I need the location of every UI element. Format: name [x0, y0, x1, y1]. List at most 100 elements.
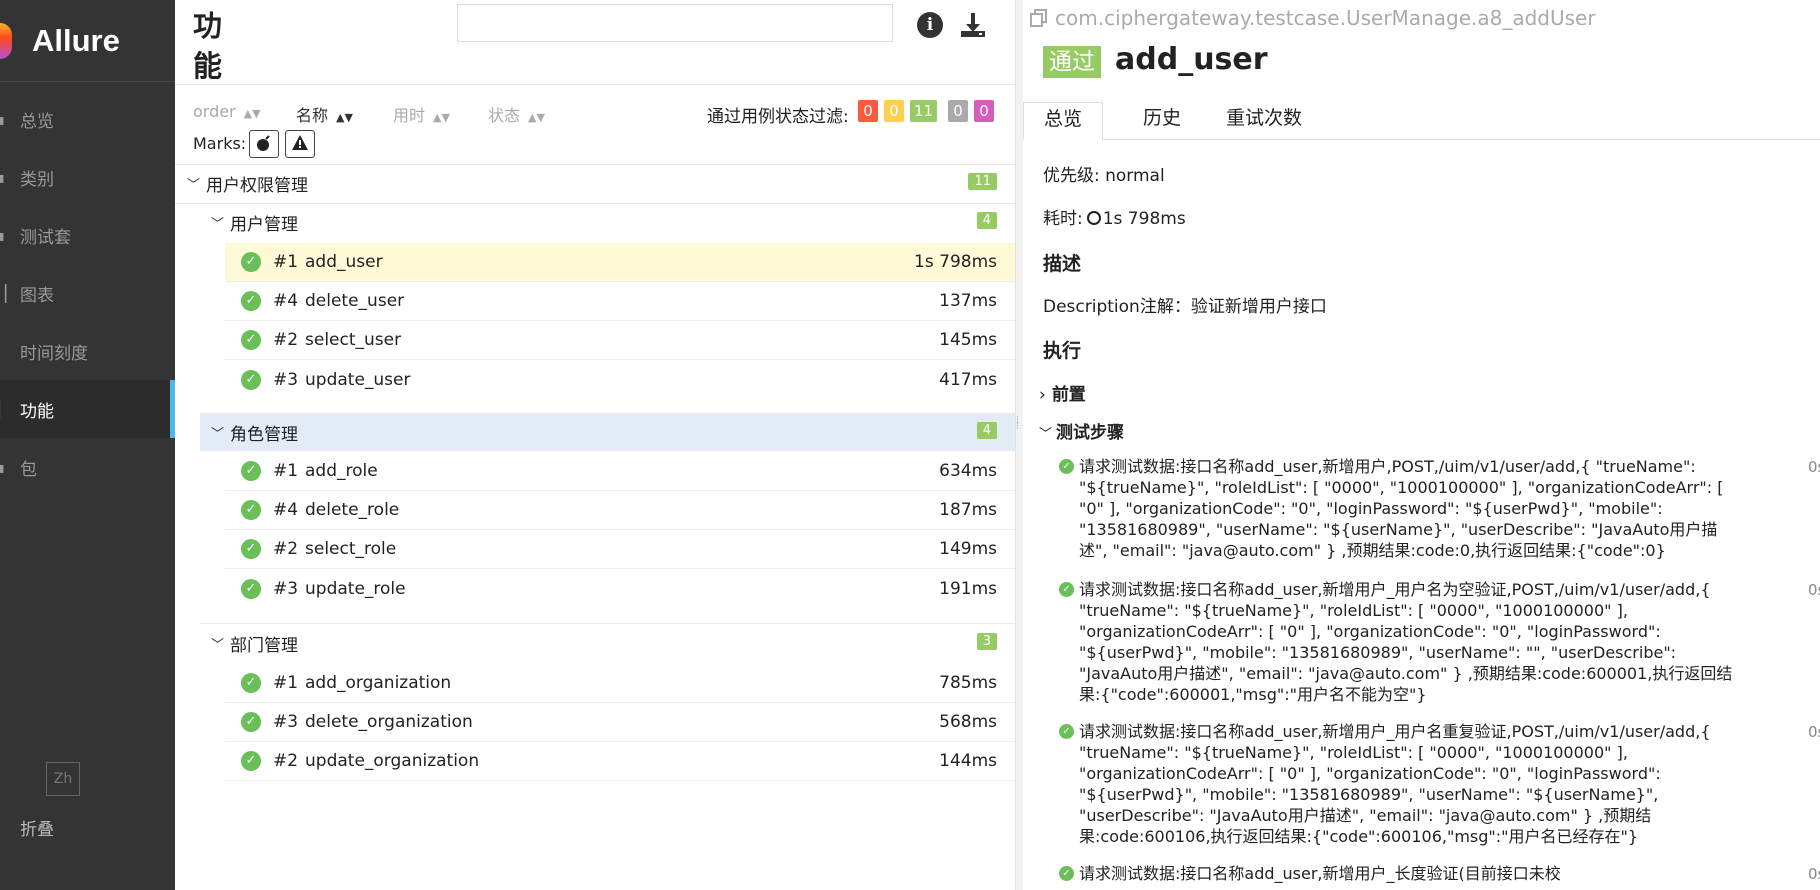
test-row[interactable]: ✓ #4 delete_user 137ms: [225, 282, 1015, 321]
copy-icon[interactable]: [1029, 8, 1049, 28]
passed-icon: ✓: [241, 252, 261, 272]
chevron-down-icon: ﹀: [211, 637, 225, 653]
group-label: 部门管理: [230, 635, 299, 656]
passed-icon: ✓: [1059, 866, 1074, 881]
filter-passed-toggle[interactable]: 11: [910, 100, 938, 122]
sort-order-button[interactable]: order ▲▼: [193, 102, 261, 121]
test-duration: 144ms: [939, 751, 997, 771]
test-row[interactable]: ✓ #1 add_role 634ms: [225, 452, 1015, 491]
test-step[interactable]: ✓ 请求测试数据:接口名称add_user,新增用户_用户名重复验证,POST,/…: [1059, 721, 1739, 847]
test-row[interactable]: ✓ #1 add_organization 785ms: [225, 664, 1015, 703]
passed-icon: ✓: [1059, 459, 1074, 474]
filter-failed-toggle[interactable]: 0: [858, 100, 878, 122]
passed-icon: ✓: [1059, 582, 1074, 597]
filter-broken-toggle[interactable]: 0: [884, 100, 904, 122]
test-duration: 145ms: [939, 330, 997, 350]
packages-icon: ▪: [0, 458, 5, 477]
test-number: #4: [273, 500, 299, 520]
step-duration: 0s: [1808, 865, 1820, 883]
collapse-button[interactable]: 折叠: [20, 815, 54, 840]
sidebar-item-suites[interactable]: ▪ 测试套: [0, 206, 175, 264]
test-number: #1: [273, 461, 299, 481]
passed-icon: ✓: [241, 539, 261, 559]
test-duration: 1s 798ms: [914, 252, 997, 272]
sidebar-item-overview[interactable]: ▪ 总览: [0, 90, 175, 148]
detail-pane: com.ciphergateway.testcase.UserManage.a8…: [1023, 0, 1820, 890]
test-name: add_organization: [305, 673, 452, 693]
test-fullname: com.ciphergateway.testcase.UserManage.a8…: [1029, 6, 1596, 30]
sidebar-item-packages[interactable]: ▪包: [0, 438, 175, 496]
tree-group-user-manage[interactable]: ﹀ 用户管理 4: [175, 203, 1015, 241]
chevron-down-icon: ﹀: [211, 216, 225, 232]
language-switch-button[interactable]: Zh: [46, 762, 80, 796]
step-duration: 0s: [1808, 458, 1820, 476]
test-duration: 634ms: [939, 461, 997, 481]
duration-label: 耗时:: [1043, 209, 1083, 229]
new-failed-mark-button[interactable]: [285, 130, 315, 158]
sidebar-item-categories[interactable]: ▪ 类别: [0, 148, 175, 206]
filter-skipped-toggle[interactable]: 0: [948, 100, 968, 122]
test-number: #3: [273, 369, 299, 390]
sort-name-button[interactable]: 名称 ▲▼: [296, 102, 353, 126]
clock-icon: [1086, 211, 1101, 225]
test-row[interactable]: ✓ #2 select_user 145ms: [225, 321, 1015, 360]
steps-toggle[interactable]: ﹀ 测试步骤: [1039, 418, 1124, 443]
test-name: add_role: [305, 461, 378, 481]
bomb-icon: [257, 135, 270, 151]
test-row[interactable]: ✓ #4 delete_role 187ms: [225, 491, 1015, 530]
sidebar-item-label: 类别: [20, 169, 54, 190]
passed-icon: ✓: [241, 578, 261, 599]
passed-icon: ✓: [1059, 724, 1074, 739]
description-heading: 描述: [1043, 253, 1082, 275]
chevron-down-icon: ﹀: [1039, 427, 1053, 442]
tab-retries[interactable]: 重试次数: [1206, 102, 1322, 140]
sidebar-item-timeline[interactable]: 时间刻度: [0, 322, 175, 380]
sort-status-button[interactable]: 状态 ▲▼: [488, 102, 545, 126]
sidebar-item-graphs[interactable]: ▕ 图表: [0, 264, 175, 322]
group-label: 用户管理: [230, 214, 299, 235]
sidebar-item-label: 时间刻度: [20, 343, 88, 364]
tree-group-root[interactable]: ﹀ 用户权限管理 11: [175, 164, 1015, 202]
tab-overview[interactable]: 总览: [1023, 102, 1104, 140]
test-number: #2: [273, 539, 299, 559]
sidebar-item-behaviors[interactable]: ▌ 功能: [0, 380, 175, 438]
test-number: #4: [273, 291, 299, 311]
suites-icon: ▪: [0, 226, 5, 245]
flaky-mark-button[interactable]: [249, 130, 279, 158]
warning-icon: [292, 135, 308, 150]
test-duration: 149ms: [939, 539, 997, 559]
test-row[interactable]: ✓ #3 delete_organization 568ms: [225, 703, 1015, 742]
test-step[interactable]: ✓ 请求测试数据:接口名称add_user,新增用户,POST,/uim/v1/u…: [1059, 456, 1739, 561]
tree-group-org-manage[interactable]: ﹀ 部门管理 3: [175, 624, 1015, 662]
sort-label: 名称: [296, 106, 329, 125]
sort-arrows-icon: ▲▼: [336, 111, 353, 124]
sidebar-item-label: 总览: [20, 111, 54, 132]
test-name: update_role: [305, 578, 406, 599]
test-step[interactable]: ✓ 请求测试数据:接口名称add_user,新增用户_用户名为空验证,POST,/…: [1059, 579, 1739, 705]
test-row[interactable]: ✓ #2 update_organization 144ms: [225, 742, 1015, 781]
test-row[interactable]: ✓ #1 add_user 1s 798ms: [225, 243, 1015, 282]
drag-handle-icon[interactable]: ⁝ ⁝: [1016, 416, 1022, 440]
download-icon[interactable]: [958, 10, 988, 40]
brand[interactable]: Allure: [0, 0, 175, 82]
test-row[interactable]: ✓ #2 select_role 149ms: [225, 530, 1015, 569]
step-text: 请求测试数据:接口名称add_user,新增用户,POST,/uim/v1/us…: [1079, 457, 1724, 560]
tree-group-role-manage[interactable]: ﹀ 角色管理 4: [200, 413, 1015, 451]
sort-duration-button[interactable]: 用时 ▲▼: [393, 102, 450, 126]
info-icon[interactable]: i: [917, 12, 943, 38]
test-duration: 785ms: [939, 673, 997, 693]
tab-history[interactable]: 历史: [1123, 102, 1201, 140]
marks-label: Marks:: [193, 134, 247, 153]
sort-arrows-icon: ▲▼: [528, 111, 545, 124]
setup-toggle[interactable]: › 前置: [1039, 380, 1086, 405]
test-row[interactable]: ✓ #3 update_role 191ms: [225, 569, 1015, 608]
passed-icon: ✓: [241, 330, 261, 350]
search-input[interactable]: [457, 4, 893, 42]
filter-unknown-toggle[interactable]: 0: [974, 100, 994, 122]
test-duration: 417ms: [939, 369, 997, 390]
test-number: #3: [273, 712, 299, 732]
pane-splitter[interactable]: [1015, 0, 1023, 890]
test-row[interactable]: ✓ #3 update_user 417ms: [225, 360, 1015, 399]
sidebar: Allure ▪总览 ▪类别 ▪测试套 ▕图表 时间刻度 ▌功能 ▪包 Zh 折…: [0, 0, 175, 890]
test-step[interactable]: ✓ 请求测试数据:接口名称add_user,新增用户_长度验证(目前接口未校: [1059, 863, 1739, 884]
